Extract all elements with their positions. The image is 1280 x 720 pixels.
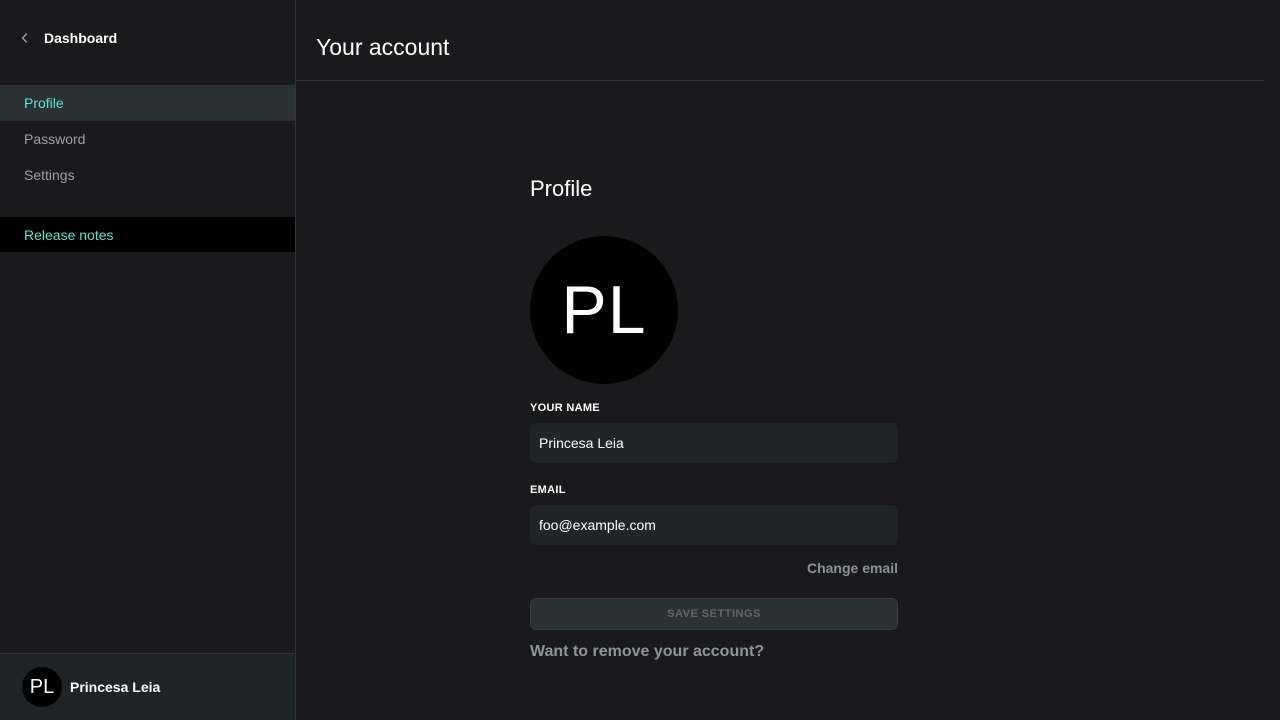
back-link-label: Dashboard [44,30,118,46]
sidebar: Dashboard Profile Password Settings Rele… [0,0,296,720]
sidebar-item-settings[interactable]: Settings [0,157,295,193]
sidebar-nav: Profile Password Settings [0,85,295,193]
profile-form: Profile PL YOUR NAME EMAIL Change email … [530,176,898,660]
main-content: Your account Profile PL YOUR NAME EMAIL … [296,0,1280,720]
sidebar-item-password[interactable]: Password [0,121,295,157]
save-settings-button[interactable]: SAVE SETTINGS [530,598,898,630]
app-root: Dashboard Profile Password Settings Rele… [0,0,1280,720]
section-title: Profile [530,176,593,201]
user-name: Princesa Leia [70,679,161,695]
sidebar-item-profile[interactable]: Profile [0,85,295,121]
release-notes-link[interactable]: Release notes [0,217,295,252]
chevron-left-icon [18,31,32,45]
email-field[interactable] [530,505,898,545]
user-menu[interactable]: PL Princesa Leia [0,653,295,720]
back-to-dashboard-link[interactable]: Dashboard [18,28,117,48]
page-title: Your account [316,34,450,60]
remove-account-link[interactable]: Want to remove your account? [530,643,764,661]
profile-avatar: PL [530,236,678,384]
page-header: Your account [296,0,1264,81]
change-email-link[interactable]: Change email [807,560,898,576]
email-label: EMAIL [530,484,566,496]
name-field[interactable] [530,423,898,463]
name-label: YOUR NAME [530,402,600,414]
avatar: PL [22,667,62,707]
